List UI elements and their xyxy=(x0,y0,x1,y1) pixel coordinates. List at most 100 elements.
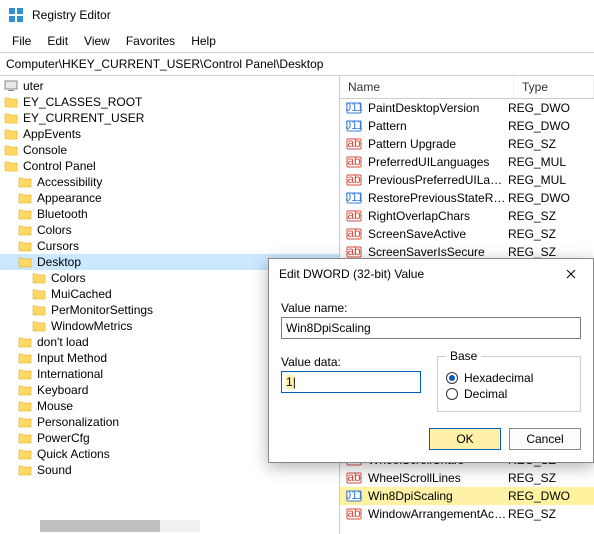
dialog-close-button[interactable] xyxy=(559,265,583,283)
folder-icon xyxy=(18,384,32,396)
computer-icon xyxy=(4,80,18,92)
tree-item-label: Mouse xyxy=(37,399,73,413)
tree-item-label: Cursors xyxy=(37,239,79,253)
dialog-buttons: OK Cancel xyxy=(281,428,581,450)
menu-file[interactable]: File xyxy=(4,32,39,50)
list-row[interactable]: 011PaintDesktopVersionREG_DWO xyxy=(340,99,594,117)
svg-text:ab: ab xyxy=(347,172,361,186)
radio-decimal[interactable]: Decimal xyxy=(446,387,572,401)
menu-favorites[interactable]: Favorites xyxy=(118,32,183,50)
string-icon: ab xyxy=(346,470,362,486)
tree-item[interactable]: Colors xyxy=(0,222,339,238)
row-name: PreferredUILanguages xyxy=(368,155,508,169)
folder-icon xyxy=(32,272,46,284)
tree-item-label: Colors xyxy=(37,223,72,237)
tree-item[interactable]: uter xyxy=(0,78,339,94)
string-icon: ab xyxy=(346,136,362,152)
value-name-input[interactable] xyxy=(281,317,581,339)
row-type: REG_DWO xyxy=(508,191,588,205)
row-name: PreviousPreferredUILanguages xyxy=(368,173,508,187)
folder-icon xyxy=(4,128,18,140)
svg-text:ab: ab xyxy=(347,506,361,520)
folder-icon xyxy=(18,336,32,348)
svg-text:ab: ab xyxy=(347,226,361,240)
menu-edit[interactable]: Edit xyxy=(39,32,76,50)
row-type: REG_DWO xyxy=(508,119,588,133)
tree-item-label: Console xyxy=(23,143,67,157)
radio-hexadecimal[interactable]: Hexadecimal xyxy=(446,371,572,385)
tree-item-label: AppEvents xyxy=(23,127,81,141)
tree-item[interactable]: Console xyxy=(0,142,339,158)
row-name: WheelScrollLines xyxy=(368,471,508,485)
list-row[interactable]: abPreviousPreferredUILanguagesREG_MUL xyxy=(340,171,594,189)
base-fieldset: Base Hexadecimal Decimal xyxy=(437,349,581,412)
menu-view[interactable]: View xyxy=(76,32,118,50)
base-legend: Base xyxy=(446,349,481,363)
list-header: Name Type xyxy=(340,76,594,99)
dialog-body: Value name: Value data: 1| Base Hexadeci… xyxy=(269,289,593,462)
row-name: Win8DpiScaling xyxy=(368,489,508,503)
radio-dot-icon xyxy=(446,388,458,400)
tree-item-label: Control Panel xyxy=(23,159,96,173)
tree-item-label: Bluetooth xyxy=(37,207,88,221)
tree-item[interactable]: Cursors xyxy=(0,238,339,254)
tree-item[interactable]: EY_CURRENT_USER xyxy=(0,110,339,126)
list-row[interactable]: abRightOverlapCharsREG_SZ xyxy=(340,207,594,225)
tree-item[interactable]: EY_CLASSES_ROOT xyxy=(0,94,339,110)
tree-item[interactable]: AppEvents xyxy=(0,126,339,142)
list-row[interactable]: abPreferredUILanguagesREG_MUL xyxy=(340,153,594,171)
row-name: PaintDesktopVersion xyxy=(368,101,508,115)
row-type: REG_SZ xyxy=(508,227,588,241)
folder-icon xyxy=(4,144,18,156)
tree-item-label: International xyxy=(37,367,103,381)
list-row[interactable]: abPattern UpgradeREG_SZ xyxy=(340,135,594,153)
tree-item-label: Sound xyxy=(37,463,72,477)
svg-text:ab: ab xyxy=(347,470,361,484)
tree-horizontal-scrollbar[interactable] xyxy=(40,520,200,532)
folder-icon xyxy=(18,464,32,476)
cancel-button[interactable]: Cancel xyxy=(509,428,581,450)
row-name: Pattern xyxy=(368,119,508,133)
tree-item-label: EY_CLASSES_ROOT xyxy=(23,95,142,109)
address-input[interactable] xyxy=(4,55,590,73)
svg-text:ab: ab xyxy=(347,244,361,258)
row-name: ScreenSaverIsSecure xyxy=(368,245,508,259)
tree-item[interactable]: Control Panel xyxy=(0,158,339,174)
folder-icon xyxy=(18,416,32,428)
value-data-input[interactable]: 1| xyxy=(281,371,421,393)
col-name[interactable]: Name xyxy=(340,76,514,98)
dword-icon: 011 xyxy=(346,488,362,504)
radio-dec-label: Decimal xyxy=(464,387,507,401)
folder-icon xyxy=(18,448,32,460)
dword-icon: 011 xyxy=(346,118,362,134)
app-icon xyxy=(8,7,24,23)
row-name: Pattern Upgrade xyxy=(368,137,508,151)
list-row[interactable]: abScreenSaveActiveREG_SZ xyxy=(340,225,594,243)
tree-item-label: WindowMetrics xyxy=(51,319,132,333)
col-type[interactable]: Type xyxy=(514,76,594,98)
tree-item-label: PowerCfg xyxy=(37,431,90,445)
tree-item[interactable]: Accessibility xyxy=(0,174,339,190)
string-icon: ab xyxy=(346,154,362,170)
list-row[interactable]: 011Win8DpiScalingREG_DWO xyxy=(340,487,594,505)
tree-item[interactable]: Bluetooth xyxy=(0,206,339,222)
menubar: File Edit View Favorites Help xyxy=(0,30,594,52)
tree-item[interactable]: Appearance xyxy=(0,190,339,206)
tree-item-label: don't load xyxy=(37,335,89,349)
string-icon: ab xyxy=(346,226,362,242)
radio-hex-label: Hexadecimal xyxy=(464,371,533,385)
list-row[interactable]: 011 PatternREG_DWO xyxy=(340,117,594,135)
folder-icon xyxy=(18,400,32,412)
string-icon: ab xyxy=(346,506,362,522)
tree-item[interactable]: Sound xyxy=(0,462,339,478)
tree-item-label: Quick Actions xyxy=(37,447,110,461)
tree-item-label: Accessibility xyxy=(37,175,102,189)
list-row[interactable]: 011RestorePreviousStateRecalcBe...REG_DW… xyxy=(340,189,594,207)
dword-icon: 011 xyxy=(346,100,362,116)
ok-button[interactable]: OK xyxy=(429,428,501,450)
menu-help[interactable]: Help xyxy=(183,32,224,50)
list-row[interactable]: abWindowArrangementActiveREG_SZ xyxy=(340,505,594,523)
list-row[interactable]: abWheelScrollLinesREG_SZ xyxy=(340,469,594,487)
folder-icon xyxy=(32,320,46,332)
folder-icon xyxy=(18,192,32,204)
